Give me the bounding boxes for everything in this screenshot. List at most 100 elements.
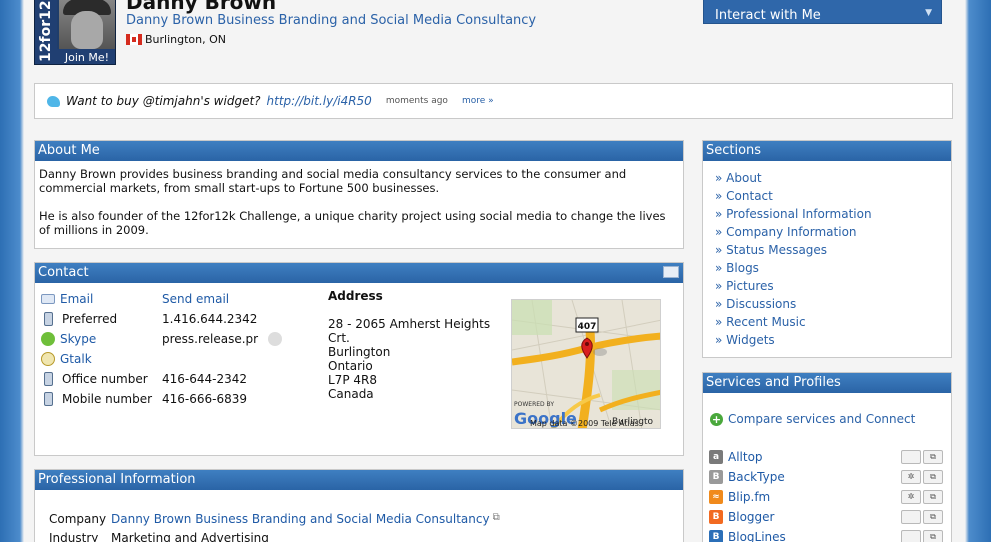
- contact-row-skype: Skype press.release.pr: [41, 329, 283, 349]
- gear-icon[interactable]: ✲: [901, 490, 921, 504]
- company-label: Company: [49, 512, 107, 526]
- about-panel: About Me Danny Brown provides business b…: [34, 140, 684, 249]
- phone-icon: [44, 312, 53, 326]
- service-name[interactable]: Alltop: [728, 450, 763, 464]
- gtalk-label[interactable]: Gtalk: [60, 352, 156, 366]
- join-me-label[interactable]: Join Me!: [57, 49, 115, 64]
- blogger-icon: B: [709, 510, 723, 524]
- avatar-side-text: 12for12: [35, 0, 57, 64]
- rss-icon: ≈: [709, 490, 723, 504]
- address-line: L7P 4R8: [328, 373, 377, 387]
- gear-icon[interactable]: ✲: [901, 470, 921, 484]
- section-link-widgets[interactable]: » Widgets: [715, 331, 951, 349]
- skype-label[interactable]: Skype: [60, 332, 156, 346]
- map-city-label: Burlingto: [612, 417, 654, 427]
- address-map[interactable]: 407 POWERED BY Google Map data ©2009 Tel…: [511, 299, 661, 429]
- contact-row-mobile: Mobile number 416-666-6839: [41, 389, 247, 409]
- vcard-icon[interactable]: [663, 266, 679, 278]
- status-more-link[interactable]: more »: [462, 96, 494, 106]
- service-row-backtype: B BackType ✲ ⧉: [709, 467, 947, 487]
- chevron-down-icon: ▼: [925, 8, 932, 18]
- service-row-alltop: a Alltop ⧉: [709, 447, 947, 467]
- email-icon: [41, 294, 55, 304]
- about-title: About Me: [35, 141, 683, 161]
- sections-list: » About » Contact » Professional Informa…: [703, 161, 951, 349]
- about-para-2: He is also founder of the 12for12k Chall…: [39, 209, 666, 237]
- map-powered-by: POWERED BY: [514, 401, 554, 408]
- status-time: moments ago: [385, 96, 448, 106]
- location-text: Burlington, ON: [145, 33, 227, 46]
- skype-value: press.release.pr: [162, 331, 259, 346]
- skype-status-icon: [268, 332, 283, 347]
- contact-row-preferred: Preferred 1.416.644.2342: [41, 309, 257, 329]
- service-name[interactable]: Blip.fm: [728, 490, 770, 504]
- location: Burlington, ON: [126, 33, 226, 46]
- sections-title: Sections: [703, 141, 951, 161]
- address-line: Ontario: [328, 359, 373, 373]
- service-toggle-button[interactable]: [901, 530, 921, 542]
- external-link-icon: ⧉: [492, 512, 500, 523]
- contact-title: Contact: [35, 263, 683, 283]
- company-value-link[interactable]: Danny Brown Business Branding and Social…: [111, 512, 490, 526]
- mobile-label: Mobile number: [62, 392, 153, 406]
- company-link[interactable]: Danny Brown Business Branding and Social…: [126, 13, 536, 28]
- section-link-music[interactable]: » Recent Music: [715, 313, 951, 331]
- email-label[interactable]: Email: [60, 292, 156, 306]
- section-link-status[interactable]: » Status Messages: [715, 241, 951, 259]
- service-name[interactable]: BlogLines: [728, 530, 786, 542]
- twitter-bird-icon: [47, 95, 60, 107]
- services-panel: Services and Profiles + Compare services…: [702, 372, 952, 542]
- service-name[interactable]: Blogger: [728, 510, 774, 524]
- external-link-icon[interactable]: ⧉: [923, 510, 943, 524]
- external-link-icon[interactable]: ⧉: [923, 490, 943, 504]
- compare-services-label: Compare services and Connect: [728, 412, 916, 426]
- interact-label: Interact with Me: [715, 8, 821, 23]
- professional-title: Professional Information: [35, 470, 683, 490]
- section-link-pictures[interactable]: » Pictures: [715, 277, 951, 295]
- contact-row-office: Office number 416-644-2342: [41, 369, 247, 389]
- external-link-icon[interactable]: ⧉: [923, 450, 943, 464]
- contact-title-text: Contact: [38, 265, 89, 280]
- section-link-professional[interactable]: » Professional Information: [715, 205, 951, 223]
- service-toggle-button[interactable]: [901, 510, 921, 524]
- mobile-value: 416-666-6839: [162, 392, 248, 406]
- services-title: Services and Profiles: [703, 373, 951, 393]
- interact-dropdown[interactable]: Interact with Me ▼: [703, 0, 942, 24]
- profile-avatar[interactable]: 12for12 Join Me!: [34, 0, 116, 65]
- bloglines-icon: B: [709, 530, 723, 542]
- section-link-discussions[interactable]: » Discussions: [715, 295, 951, 313]
- alltop-icon: a: [709, 450, 723, 464]
- skype-icon: [41, 332, 55, 346]
- company-row: Company Danny Brown Business Branding an…: [49, 512, 500, 526]
- external-link-icon[interactable]: ⧉: [923, 530, 943, 542]
- send-email-link[interactable]: Send email: [162, 292, 229, 306]
- section-link-contact[interactable]: » Contact: [715, 187, 951, 205]
- compare-services-link[interactable]: + Compare services and Connect: [710, 412, 915, 426]
- highway-label: 407: [578, 322, 597, 332]
- section-link-blogs[interactable]: » Blogs: [715, 259, 951, 277]
- external-link-icon[interactable]: ⧉: [923, 470, 943, 484]
- section-link-about[interactable]: » About: [715, 169, 951, 187]
- profile-name: Danny Brown: [126, 0, 277, 14]
- preferred-value: 1.416.644.2342: [162, 312, 258, 326]
- section-link-company[interactable]: » Company Information: [715, 223, 951, 241]
- industry-label: Industry: [49, 531, 99, 542]
- gtalk-icon: [41, 352, 55, 366]
- address-block: 28 - 2065 Amherst Heights Crt. Burlingto…: [328, 317, 490, 401]
- address-line: Crt.: [328, 331, 350, 345]
- office-value: 416-644-2342: [162, 372, 248, 386]
- industry-row: Industry Marketing and Advertising: [49, 531, 269, 542]
- status-bar: Want to buy @timjahn's widget? http://bi…: [34, 83, 953, 119]
- industry-value: Marketing and Advertising: [111, 531, 269, 542]
- contact-row-email: Email Send email: [41, 289, 229, 309]
- service-name[interactable]: BackType: [728, 470, 785, 484]
- status-link[interactable]: http://bit.ly/i4R50: [267, 94, 372, 108]
- service-row-blipfm: ≈ Blip.fm ✲ ⧉: [709, 487, 947, 507]
- service-toggle-button[interactable]: [901, 450, 921, 464]
- phone-icon: [44, 372, 53, 386]
- sections-panel: Sections » About » Contact » Professiona…: [702, 140, 952, 358]
- professional-panel: Professional Information Company Danny B…: [34, 469, 684, 542]
- backtype-icon: B: [709, 470, 723, 484]
- office-label: Office number: [62, 372, 148, 386]
- service-row-bloglines: B BlogLines ⧉: [709, 527, 947, 542]
